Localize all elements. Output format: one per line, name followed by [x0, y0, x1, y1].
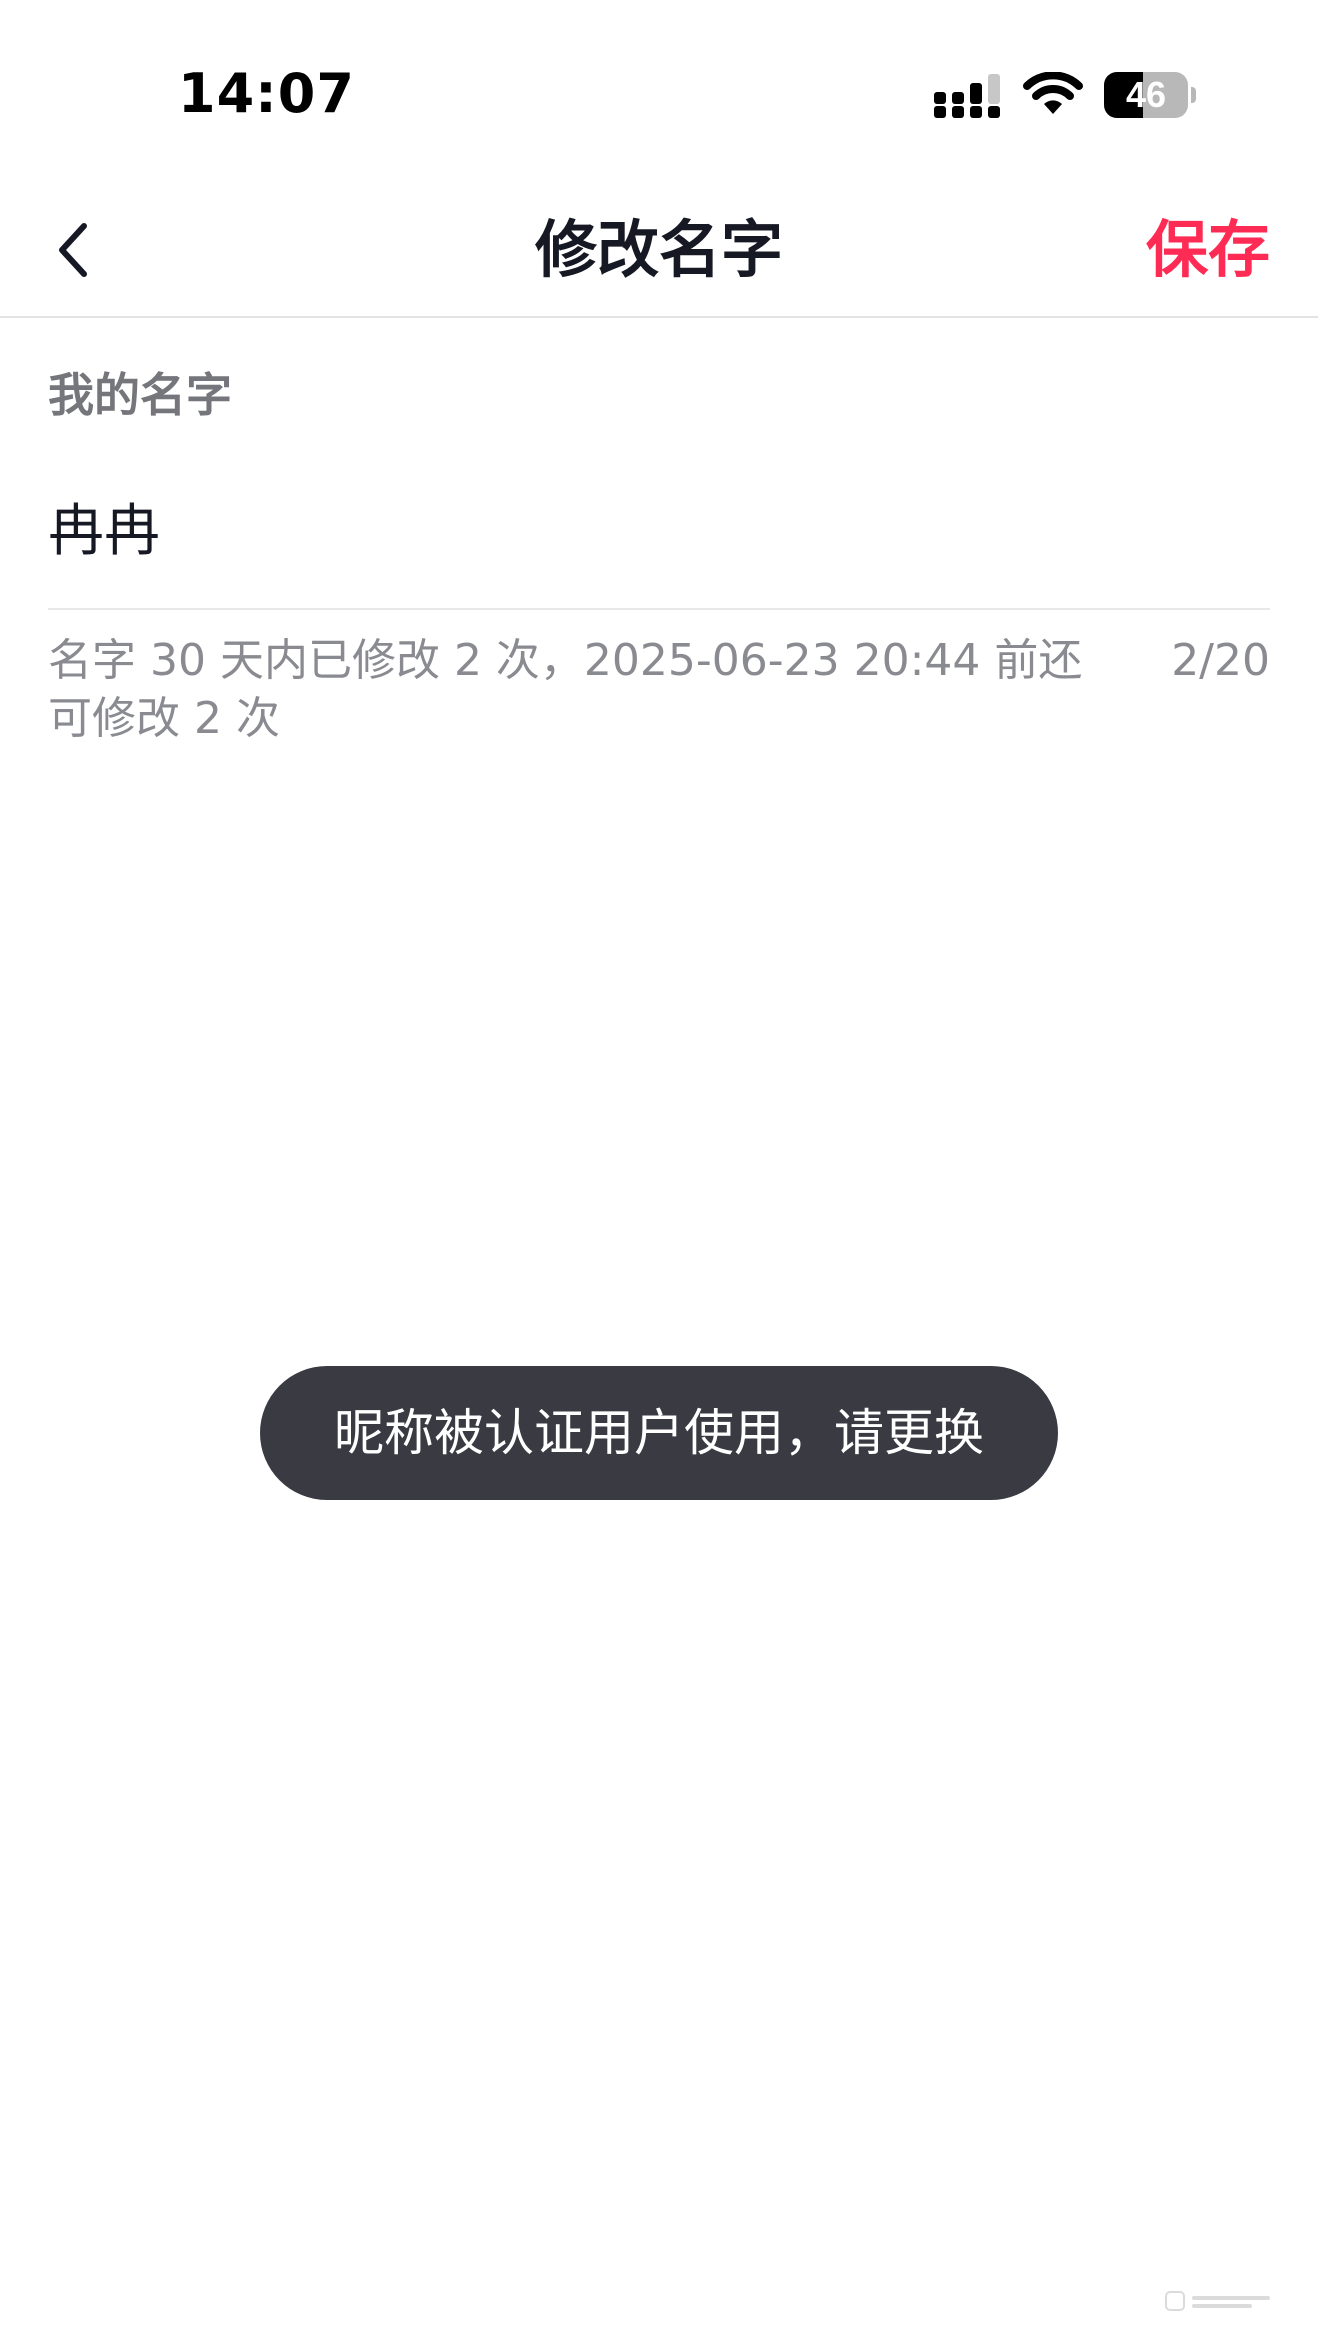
page-title: 修改名字	[534, 213, 783, 286]
status-time: 14:07	[178, 62, 355, 125]
chevron-left-icon	[59, 223, 87, 277]
rename-limit-hint: 名字 30 天内已修改 2 次，2025-06-23 20:44 前还可修改 2…	[48, 635, 1083, 744]
signal-icon	[934, 74, 1000, 118]
status-bar: 14:07 46	[0, 0, 1318, 160]
battery-cap	[1191, 87, 1196, 103]
nav-bar: 修改名字 保存	[0, 180, 1318, 318]
toast-message: 昵称被认证用户使用，请更换	[334, 1404, 984, 1462]
toast: 昵称被认证用户使用，请更换	[260, 1366, 1058, 1500]
char-counter: 2/20	[1171, 635, 1270, 686]
input-divider	[48, 608, 1270, 610]
name-field-label: 我的名字	[48, 368, 232, 422]
back-button[interactable]	[40, 210, 110, 290]
battery-body: 46	[1104, 72, 1188, 118]
battery-level: 46	[1125, 74, 1167, 115]
save-button[interactable]: 保存	[1146, 212, 1270, 288]
watermark-logo	[1165, 2291, 1270, 2311]
wifi-icon	[1023, 72, 1083, 114]
battery-icon: 46	[1104, 72, 1196, 118]
name-input[interactable]	[48, 488, 1270, 564]
